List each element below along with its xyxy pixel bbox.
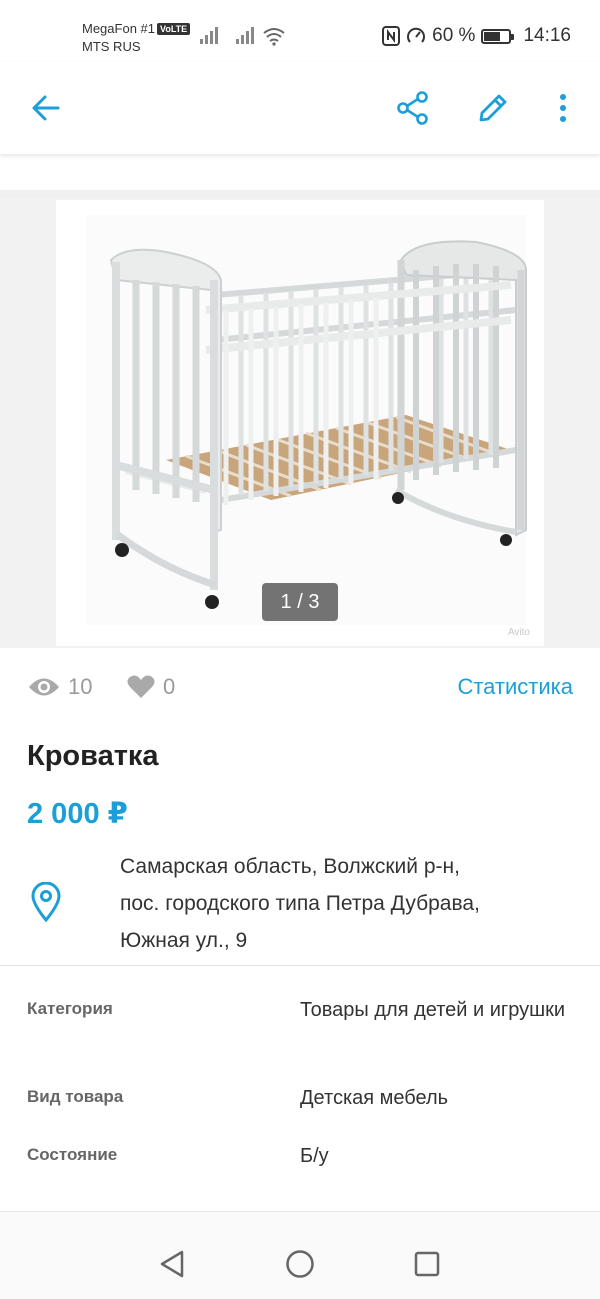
heart-icon — [127, 675, 155, 698]
address-line-3: Южная ул., 9 — [120, 929, 248, 952]
back-button[interactable] — [26, 88, 66, 128]
favorites-stat: 0 — [127, 674, 175, 700]
nav-recents-button[interactable] — [409, 1246, 445, 1282]
status-right: 60 % 14:16 — [382, 25, 571, 47]
avito-watermark: Avito — [507, 627, 530, 638]
more-button[interactable] — [543, 88, 583, 128]
listing-title: Кроватка — [27, 740, 159, 772]
arrow-left-icon — [32, 95, 60, 121]
eye-icon — [29, 678, 59, 696]
address-line-2: пос. городского типа Петра Дубрава, — [120, 892, 480, 915]
address-block[interactable]: Самарская область, Волжский р-н, пос. го… — [0, 848, 600, 964]
views-stat: 10 — [28, 674, 92, 700]
photo-gallery[interactable]: Avito 1 / 3 — [0, 198, 600, 648]
address-text: Самарская область, Волжский р-н, пос. го… — [120, 848, 590, 959]
favorites-count: 0 — [163, 674, 176, 699]
param-value: Б/у — [300, 1145, 329, 1167]
share-button[interactable] — [393, 88, 433, 128]
nav-home-button[interactable] — [282, 1246, 318, 1282]
signal-2-icon — [236, 26, 256, 44]
nfc-icon — [382, 26, 401, 46]
square-recents-icon — [414, 1251, 440, 1277]
section-divider — [0, 190, 600, 198]
param-key: Категория — [27, 999, 113, 1018]
stats-row: 10 0 Статистика — [0, 650, 600, 726]
system-nav-bar — [0, 1212, 600, 1299]
nav-back-button[interactable] — [154, 1246, 190, 1282]
more-vertical-icon — [560, 94, 566, 122]
battery-percent: 60 % — [432, 25, 476, 46]
carrier-info: MegaFon #1 VoLTE MTS RUS — [82, 20, 191, 56]
share-icon — [397, 91, 428, 125]
listing-photo[interactable]: Avito — [56, 200, 544, 646]
wifi-icon — [263, 28, 285, 46]
address-line-1: Самарская область, Волжский р-н, — [120, 855, 460, 878]
param-key: Вид товара — [27, 1087, 124, 1106]
photo-counter: 1 / 3 — [262, 583, 338, 621]
location-pin-icon — [31, 882, 61, 922]
triangle-back-icon — [160, 1250, 184, 1278]
listing-price: 2 000 ₽ — [27, 798, 128, 830]
clock: 14:16 — [523, 25, 571, 46]
param-value: Детская мебель — [300, 1087, 449, 1109]
circle-home-icon — [286, 1250, 314, 1278]
views-count: 10 — [68, 674, 93, 699]
carrier-1: MegaFon #1 — [82, 21, 155, 36]
crib-image — [86, 215, 527, 625]
toolbar-spacer — [0, 154, 600, 194]
signal-1-icon — [200, 26, 220, 44]
data-saver-icon — [407, 27, 426, 43]
divider — [0, 965, 600, 966]
edit-button[interactable] — [473, 88, 513, 128]
statistics-link[interactable]: Статистика — [457, 674, 573, 700]
param-key: Состояние — [27, 1145, 118, 1164]
pencil-icon — [479, 94, 507, 122]
param-value: Товары для детей и игрушки — [300, 999, 566, 1021]
app-toolbar — [0, 62, 600, 154]
battery-icon — [481, 28, 515, 44]
carrier-2: MTS RUS — [82, 39, 141, 54]
volte-badge: VoLTE — [157, 23, 191, 35]
status-bar: MegaFon #1 VoLTE MTS RUS 60 % 14:16 — [0, 0, 600, 62]
